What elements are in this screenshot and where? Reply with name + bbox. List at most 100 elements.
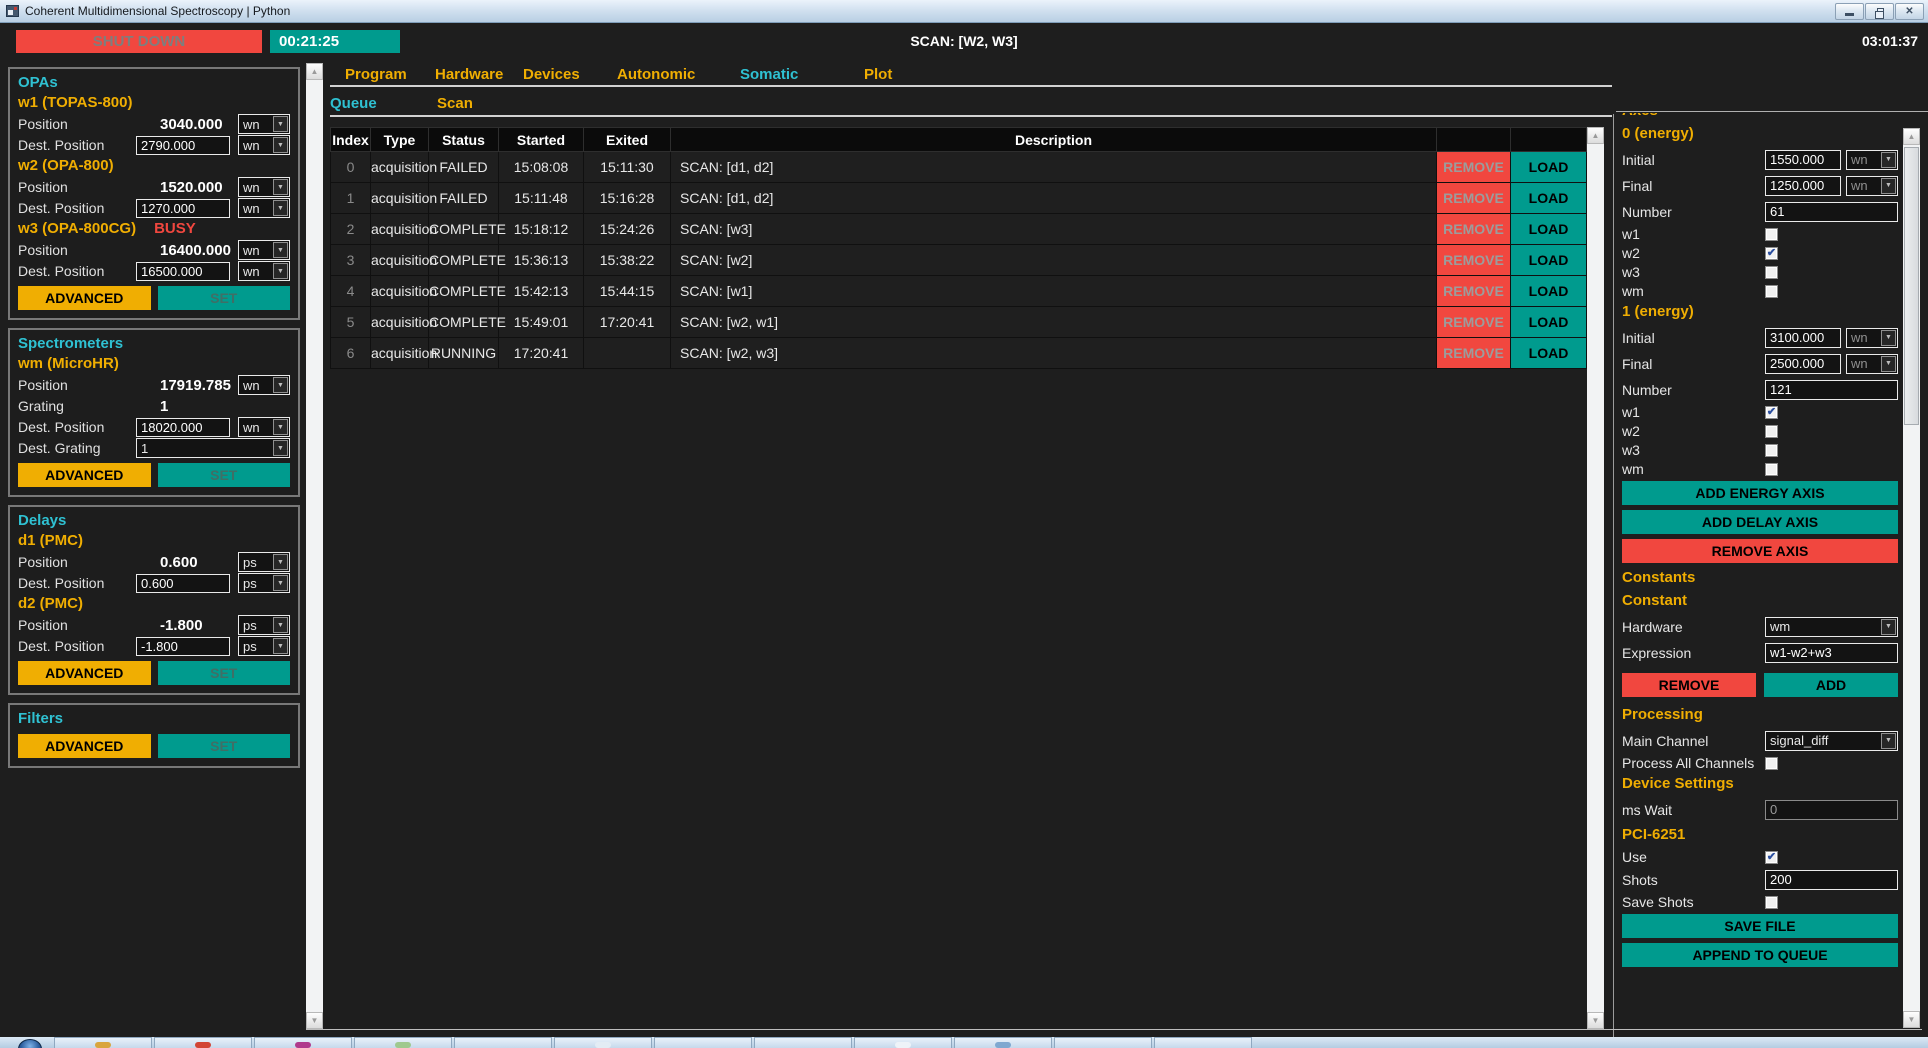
taskbar-button[interactable] <box>1154 1037 1252 1048</box>
w3-units-select[interactable]: wn▼ <box>238 240 290 260</box>
d2-units-select[interactable]: ps▼ <box>238 615 290 635</box>
axis-1-w2-checkbox[interactable]: ✔ <box>1765 425 1778 438</box>
tab-plot[interactable]: Plot <box>864 64 892 85</box>
load-button[interactable]: LOAD <box>1511 183 1586 213</box>
minimize-button[interactable] <box>1835 3 1864 20</box>
axis-0-final-input[interactable] <box>1765 176 1841 196</box>
constant-add-button[interactable]: ADD <box>1764 673 1898 697</box>
close-button[interactable]: ✕ <box>1895 3 1924 20</box>
w1-dest-position-input[interactable] <box>136 136 230 155</box>
scroll-down-icon[interactable]: ▼ <box>306 1012 323 1029</box>
wm-dest-position-input[interactable] <box>136 418 230 437</box>
axis-1-initial-input[interactable] <box>1765 328 1841 348</box>
axis-1-final-input[interactable] <box>1765 354 1841 374</box>
taskbar-button[interactable] <box>254 1037 352 1048</box>
tab-hardware[interactable]: Hardware <box>435 64 503 85</box>
pci-use-checkbox[interactable]: ✔ <box>1765 851 1778 864</box>
constant-expression-input[interactable] <box>1765 643 1898 663</box>
scan-panel-scrollbar[interactable]: ▲ ▼ <box>1903 128 1920 1028</box>
d2-dest-units-select[interactable]: ps▼ <box>238 636 290 656</box>
load-button[interactable]: LOAD <box>1511 276 1586 306</box>
restore-button[interactable] <box>1865 3 1894 20</box>
d1-dest-units-select[interactable]: ps▼ <box>238 573 290 593</box>
axis-0-w2-checkbox[interactable]: ✔ <box>1765 247 1778 260</box>
axis-1-number-input[interactable] <box>1765 380 1898 400</box>
tab-autonomic[interactable]: Autonomic <box>617 64 695 85</box>
remove-button[interactable]: REMOVE <box>1437 307 1510 337</box>
remove-button[interactable]: REMOVE <box>1437 245 1510 275</box>
append-to-queue-button[interactable]: APPEND TO QUEUE <box>1622 943 1898 967</box>
taskbar-button[interactable] <box>554 1037 652 1048</box>
axis-1-initial-units-select[interactable]: wn▼ <box>1846 328 1898 348</box>
scroll-up-icon[interactable]: ▲ <box>306 63 323 80</box>
load-button[interactable]: LOAD <box>1511 152 1586 182</box>
w2-dest-position-input[interactable] <box>136 199 230 218</box>
filters-advanced-button[interactable]: ADVANCED <box>18 734 151 758</box>
axis-0-w3-checkbox[interactable]: ✔ <box>1765 266 1778 279</box>
tab-devices[interactable]: Devices <box>523 64 580 85</box>
constant-remove-button[interactable]: REMOVE <box>1622 673 1756 697</box>
remove-button[interactable]: REMOVE <box>1437 338 1510 368</box>
pci-shots-input[interactable] <box>1765 870 1898 890</box>
opas-set-button[interactable]: SET <box>158 286 291 310</box>
axis-0-w1-checkbox[interactable]: ✔ <box>1765 228 1778 241</box>
tab-somatic[interactable]: Somatic <box>740 64 798 85</box>
spectrometers-advanced-button[interactable]: ADVANCED <box>18 463 151 487</box>
taskbar-button[interactable] <box>854 1037 952 1048</box>
delays-set-button[interactable]: SET <box>158 661 291 685</box>
process-all-checkbox[interactable]: ✔ <box>1765 757 1778 770</box>
axis-0-initial-units-select[interactable]: wn▼ <box>1846 150 1898 170</box>
wm-dest-grating-select[interactable]: 1▼ <box>136 438 290 458</box>
constant-hardware-select[interactable]: wm▼ <box>1765 617 1898 637</box>
taskbar-button[interactable] <box>654 1037 752 1048</box>
tab-program[interactable]: Program <box>345 64 407 85</box>
add-energy-axis-button[interactable]: ADD ENERGY AXIS <box>1622 481 1898 505</box>
remove-button[interactable]: REMOVE <box>1437 152 1510 182</box>
w1-dest-units-select[interactable]: wn▼ <box>238 135 290 155</box>
taskbar-button[interactable] <box>954 1037 1052 1048</box>
save-shots-checkbox[interactable]: ✔ <box>1765 896 1778 909</box>
load-button[interactable]: LOAD <box>1511 307 1586 337</box>
w2-units-select[interactable]: wn▼ <box>238 177 290 197</box>
d1-units-select[interactable]: ps▼ <box>238 552 290 572</box>
queue-scrollbar[interactable]: ▲ ▼ <box>1587 127 1604 1029</box>
axis-1-w3-checkbox[interactable]: ✔ <box>1765 444 1778 457</box>
remove-button[interactable]: REMOVE <box>1437 214 1510 244</box>
load-button[interactable]: LOAD <box>1511 214 1586 244</box>
w3-dest-position-input[interactable] <box>136 262 230 281</box>
filters-set-button[interactable]: SET <box>158 734 291 758</box>
w1-units-select[interactable]: wn▼ <box>238 114 290 134</box>
d1-dest-position-input[interactable] <box>136 574 230 593</box>
remove-button[interactable]: REMOVE <box>1437 183 1510 213</box>
axis-1-wm-checkbox[interactable]: ✔ <box>1765 463 1778 476</box>
tab-queue[interactable]: Queue <box>330 93 377 114</box>
shutdown-button[interactable]: SHUT DOWN <box>16 30 262 53</box>
tab-scan[interactable]: Scan <box>437 93 473 114</box>
w3-dest-units-select[interactable]: wn▼ <box>238 261 290 281</box>
add-delay-axis-button[interactable]: ADD DELAY AXIS <box>1622 510 1898 534</box>
load-button[interactable]: LOAD <box>1511 338 1586 368</box>
delays-advanced-button[interactable]: ADVANCED <box>18 661 151 685</box>
spectrometers-set-button[interactable]: SET <box>158 463 291 487</box>
remove-axis-button[interactable]: REMOVE AXIS <box>1622 539 1898 563</box>
axis-1-w1-checkbox[interactable]: ✔ <box>1765 406 1778 419</box>
taskbar-button[interactable] <box>454 1037 552 1048</box>
scroll-down-icon[interactable]: ▼ <box>1587 1012 1604 1029</box>
scroll-up-icon[interactable]: ▲ <box>1587 127 1604 144</box>
taskbar-button[interactable] <box>754 1037 852 1048</box>
load-button[interactable]: LOAD <box>1511 245 1586 275</box>
remove-button[interactable]: REMOVE <box>1437 276 1510 306</box>
taskbar-button[interactable] <box>1054 1037 1152 1048</box>
main-channel-select[interactable]: signal_diff▼ <box>1765 731 1898 751</box>
start-button[interactable] <box>0 1037 54 1048</box>
taskbar-button[interactable] <box>354 1037 452 1048</box>
scrollbar-thumb[interactable] <box>1904 147 1919 425</box>
wm-units-select[interactable]: wn▼ <box>238 375 290 395</box>
d2-dest-position-input[interactable] <box>136 637 230 656</box>
scroll-down-icon[interactable]: ▼ <box>1903 1011 1920 1028</box>
scroll-up-icon[interactable]: ▲ <box>1903 128 1920 145</box>
wm-dest-units-select[interactable]: wn▼ <box>238 417 290 437</box>
w2-dest-units-select[interactable]: wn▼ <box>238 198 290 218</box>
axis-1-final-units-select[interactable]: wn▼ <box>1846 354 1898 374</box>
axis-0-number-input[interactable] <box>1765 202 1898 222</box>
